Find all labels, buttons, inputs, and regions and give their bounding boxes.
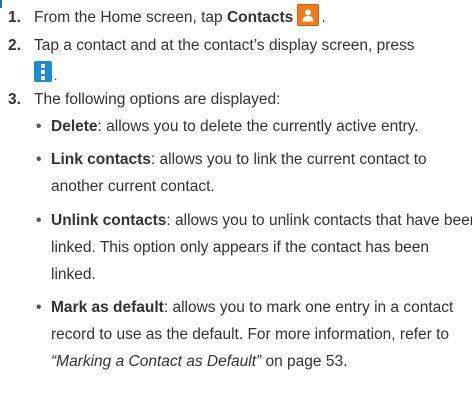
step-1-text: From the Home screen, tap Contacts . xyxy=(34,4,466,31)
bullet-icon: • xyxy=(36,299,42,316)
option-term: Delete xyxy=(51,118,98,135)
page-reference: on page 53. xyxy=(261,353,348,370)
menu-key-icon xyxy=(34,61,52,82)
option-term: Mark as default xyxy=(51,299,164,316)
step-2-text: Tap a contact and at the contact’s displ… xyxy=(34,32,466,59)
step-number: 2. xyxy=(8,37,21,54)
contacts-label: Contacts xyxy=(226,9,294,26)
step-number: 1. xyxy=(8,9,21,26)
option-desc-line: linked. This option only appears if the … xyxy=(51,239,429,256)
bullet-icon: • xyxy=(36,118,42,135)
step-1-period: . xyxy=(321,9,326,26)
option-text: Mark as default: allows you to mark one … xyxy=(51,294,468,375)
option-desc: : allows you to delete the currently act… xyxy=(97,118,419,135)
option-desc: : allows you to unlink contacts that hav… xyxy=(166,212,472,229)
option-text: Unlink contacts: allows you to unlink co… xyxy=(51,207,472,288)
bullet-icon: • xyxy=(36,151,42,168)
margin-accent-mark xyxy=(0,0,2,8)
manual-page: 1. From the Home screen, tap Contacts . … xyxy=(0,0,472,397)
option-text: Delete: allows you to delete the current… xyxy=(51,113,468,140)
option-term: Unlink contacts xyxy=(51,212,167,229)
step-3-text: The following options are displayed: xyxy=(34,91,281,108)
step-2-line-1: Tap a contact and at the contact’s displ… xyxy=(34,37,415,54)
option-desc-line: another current contact. xyxy=(51,178,215,195)
option-text: Link contacts: allows you to link the cu… xyxy=(51,146,468,200)
option-desc-line: linked. xyxy=(51,266,96,283)
option-desc: : allows you to link the current contact… xyxy=(150,151,427,168)
option-desc: : allows you to mark one entry in a cont… xyxy=(163,299,454,316)
step-2-period: . xyxy=(54,69,58,83)
step-number: 3. xyxy=(8,91,21,108)
contacts-app-icon xyxy=(297,4,320,26)
bullet-icon: • xyxy=(36,212,42,229)
option-desc-line: record to use as the default. For more i… xyxy=(51,326,450,343)
cross-reference-link[interactable]: “Marking a Contact as Default” xyxy=(51,353,261,370)
step-1-text-before: From the Home screen, tap xyxy=(34,9,223,26)
option-term: Link contacts xyxy=(51,151,151,168)
